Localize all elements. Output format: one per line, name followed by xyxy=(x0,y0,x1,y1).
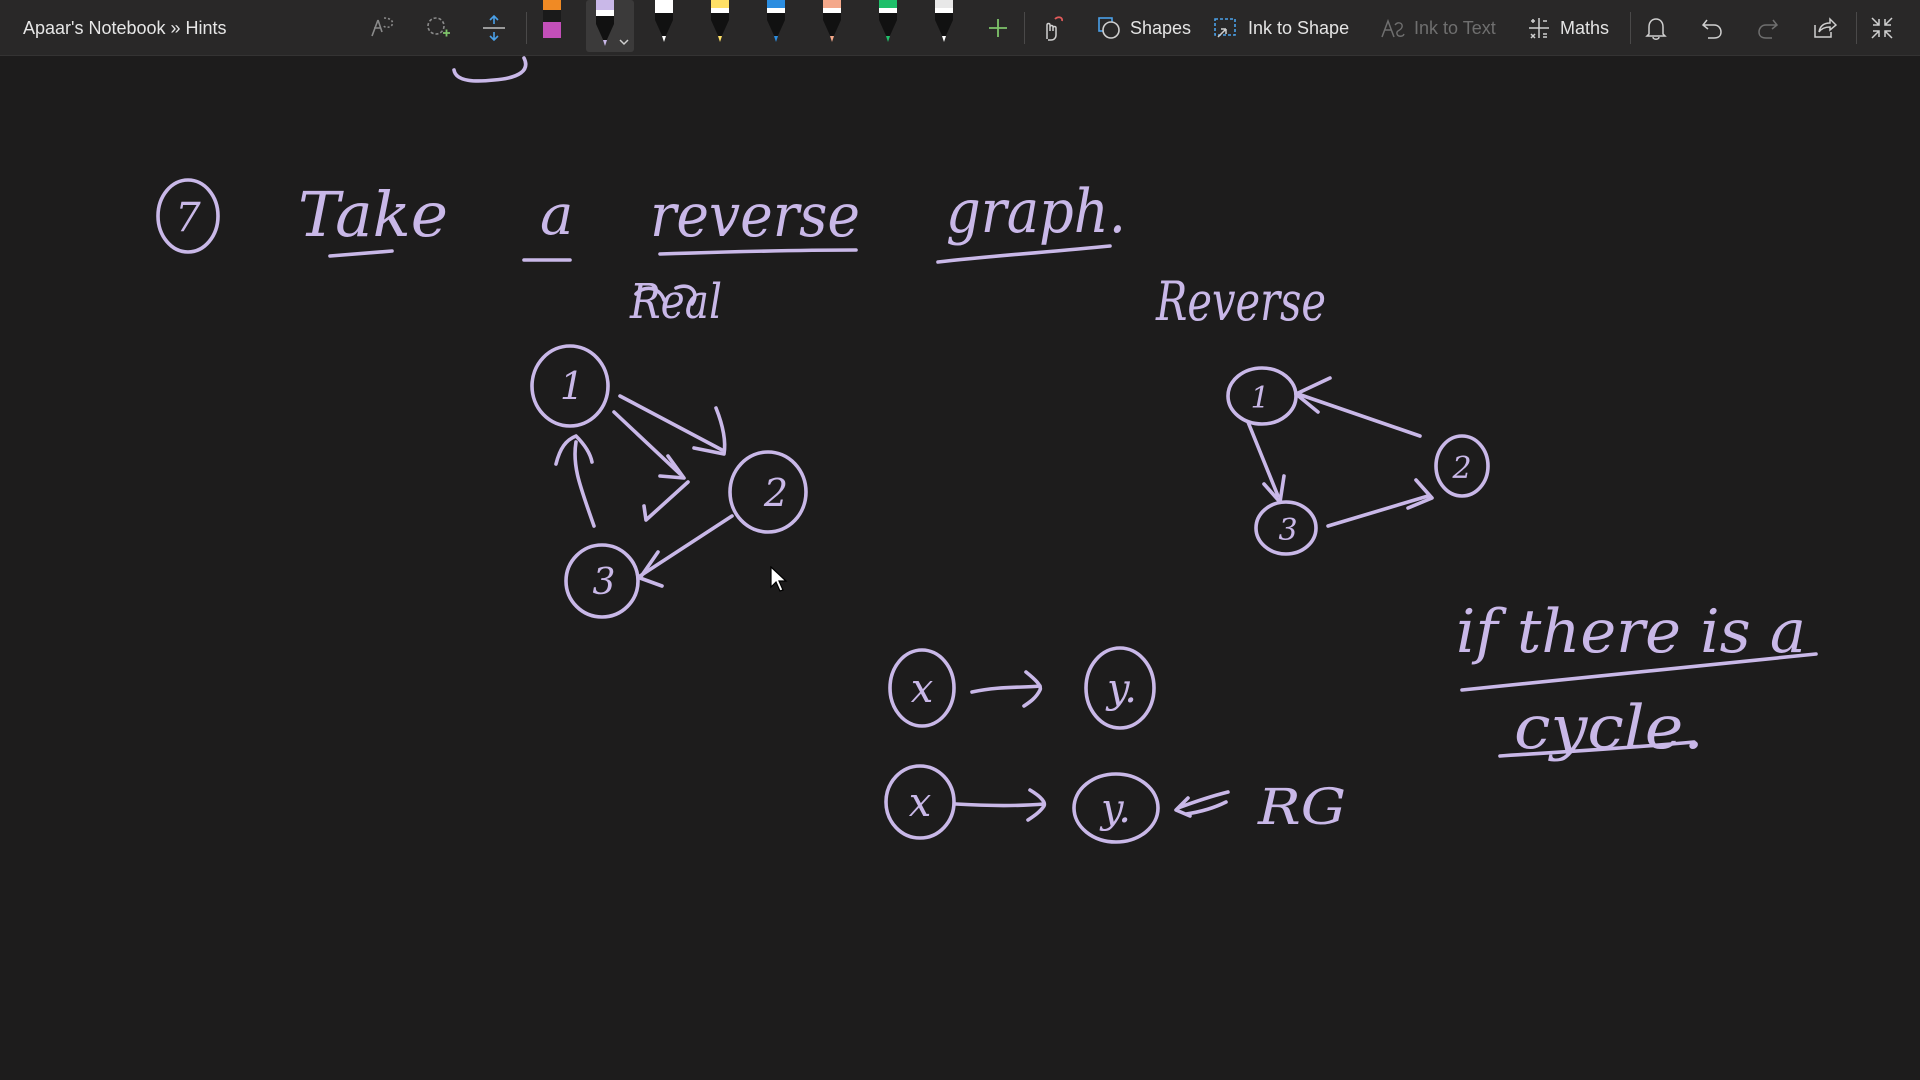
row1-y-label: y. xyxy=(1105,666,1137,712)
row2-rg-tag: RG xyxy=(1257,778,1346,836)
ink-to-text-icon xyxy=(1381,18,1405,38)
eraser-button[interactable] xyxy=(420,8,456,48)
plus-icon xyxy=(989,19,1007,37)
edge-rev-2-to-1 xyxy=(1296,392,1422,438)
notifications-button[interactable] xyxy=(1638,8,1674,48)
pen-icon xyxy=(767,0,785,42)
pen-icon xyxy=(935,0,953,42)
pen-black[interactable] xyxy=(924,0,964,52)
exit-full-screen-button[interactable] xyxy=(1864,8,1900,48)
share-button[interactable] xyxy=(1806,8,1842,48)
ink-drawing[interactable]: 7 Take a reverse graph. Real Reverse 1 2… xyxy=(0,56,1920,1080)
pen-blue[interactable] xyxy=(756,0,796,52)
redo-button[interactable] xyxy=(1750,8,1786,48)
toolbar-separator xyxy=(1856,12,1857,44)
pen-white[interactable] xyxy=(644,0,684,52)
undo-icon xyxy=(1701,19,1722,39)
heading-word-take: Take xyxy=(298,178,448,251)
ink-to-shape-button[interactable]: Ink to Shape xyxy=(1206,8,1355,48)
pen-green[interactable] xyxy=(868,0,908,52)
edge-1-to-2-upper xyxy=(618,394,724,452)
reverse-label: Reverse xyxy=(1155,270,1326,333)
toolbar-separator xyxy=(1630,12,1631,44)
toolbar-separator xyxy=(1024,12,1025,44)
reverse-graph: 1 2 3 xyxy=(1226,366,1490,556)
maths-label: Maths xyxy=(1560,17,1610,38)
row1-arrowhead xyxy=(1022,670,1043,708)
edge-example-row-1: x y. xyxy=(888,646,1156,730)
onenote-app-window: Apaar's Notebook » Hints Shapes Ink to S… xyxy=(0,0,1920,1080)
reverse-node-2-label: 2 xyxy=(1451,451,1471,486)
ink-to-text-label: Ink to Text xyxy=(1414,17,1496,38)
pen-orange-magenta[interactable] xyxy=(532,0,572,52)
pen-icon xyxy=(655,0,673,42)
edge-hint-to-3 xyxy=(642,480,690,522)
add-pen-button[interactable] xyxy=(980,8,1016,48)
pen-icon xyxy=(711,0,729,42)
draw-toolbar: Apaar's Notebook » Hints Shapes Ink to S… xyxy=(0,0,1920,56)
ink-to-text-button[interactable]: Ink to Text xyxy=(1372,8,1502,48)
pen-yellow[interactable] xyxy=(700,0,740,52)
pen-icon xyxy=(879,0,897,42)
row2-back-arrow xyxy=(1174,790,1230,818)
reverse-node-3-label: 3 xyxy=(1278,513,1297,548)
lasso-select-icon xyxy=(371,17,394,37)
row2-arrow xyxy=(954,802,1046,808)
arrowhead-rev-3-to-2 xyxy=(1406,478,1434,510)
row2-x-label: x xyxy=(909,780,932,826)
row2-y-label: y. xyxy=(1099,786,1131,832)
share-icon xyxy=(1814,17,1837,38)
real-graph: 1 2 3 xyxy=(530,344,808,619)
ink-stroke-offscreen-circle xyxy=(452,56,528,83)
edge-2-to-3 xyxy=(638,514,734,578)
pen-icon xyxy=(823,0,841,42)
ink-to-shape-label: Ink to Shape xyxy=(1248,17,1350,38)
underline-graph xyxy=(936,244,1112,264)
lasso-select-button[interactable] xyxy=(364,8,400,48)
bell-icon xyxy=(1645,18,1667,40)
heading-word-a: a xyxy=(540,183,573,248)
edge-rev-3-to-2 xyxy=(1326,494,1430,528)
shapes-label: Shapes xyxy=(1130,17,1192,38)
shapes-button[interactable]: Shapes xyxy=(1090,8,1197,48)
heading-word-reverse: reverse xyxy=(650,181,860,251)
redo-icon xyxy=(1758,19,1779,39)
touch-draw-icon xyxy=(1046,16,1064,41)
mouse-cursor-icon xyxy=(770,566,788,592)
row1-x-label: x xyxy=(911,666,934,712)
note-canvas[interactable]: 7 Take a reverse graph. Real Reverse 1 2… xyxy=(0,56,1920,1080)
real-node-2-label: 2 xyxy=(763,471,788,515)
add-space-button[interactable] xyxy=(476,8,512,48)
maths-icon xyxy=(1529,18,1549,39)
heading-word-graph: graph. xyxy=(946,177,1126,247)
notebook-breadcrumb[interactable]: Apaar's Notebook » Hints xyxy=(23,18,227,39)
ink-to-shape-icon xyxy=(1214,18,1236,38)
shapes-icon xyxy=(1098,17,1120,39)
draw-with-touch-button[interactable] xyxy=(1032,8,1072,48)
reverse-node-1-label: 1 xyxy=(1250,381,1269,416)
real-node-1-label: 1 xyxy=(560,364,584,408)
cycle-note: if there is a cycle. xyxy=(1456,597,1818,763)
real-label: Real xyxy=(629,274,722,330)
step-number-text: 7 xyxy=(175,195,201,241)
maths-button[interactable]: Maths xyxy=(1520,8,1615,48)
collapse-icon xyxy=(1871,17,1893,39)
note-line-1: if there is a xyxy=(1456,597,1806,667)
pen-icon xyxy=(596,0,629,46)
eraser-icon xyxy=(427,17,450,37)
pen-lavender[interactable] xyxy=(586,0,634,52)
heading-ink: Take a reverse graph. xyxy=(298,177,1126,264)
add-space-icon xyxy=(483,14,505,42)
underline-take xyxy=(328,249,394,258)
edge-example-row-2: x y. RG xyxy=(884,764,1346,844)
pen-icon xyxy=(543,0,561,38)
undo-button[interactable] xyxy=(1694,8,1730,48)
pen-peach[interactable] xyxy=(812,0,852,52)
step-number-circle: 7 xyxy=(156,178,220,254)
real-node-3-label: 3 xyxy=(593,562,616,603)
toolbar-separator xyxy=(526,12,527,44)
row1-arrow xyxy=(970,684,1042,694)
